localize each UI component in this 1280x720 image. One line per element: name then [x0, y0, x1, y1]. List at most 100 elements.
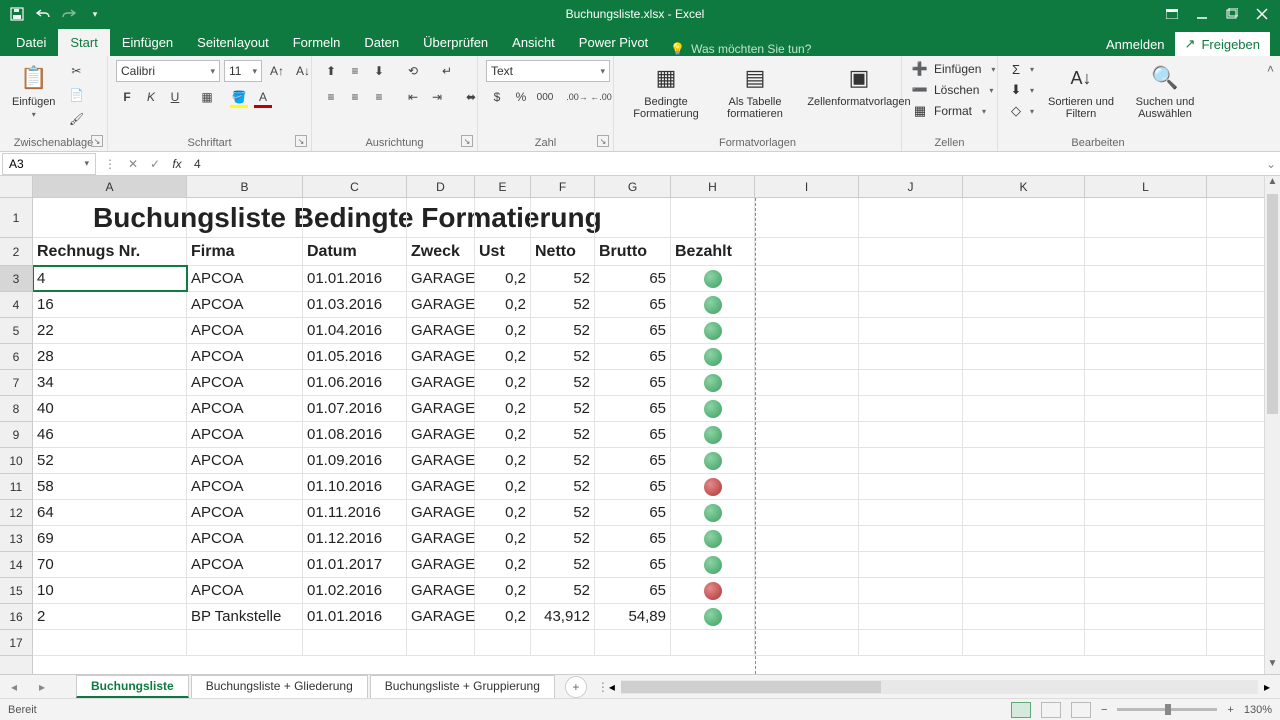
cell[interactable]: 65 — [595, 474, 671, 499]
cell[interactable]: 01.08.2016 — [303, 422, 407, 447]
insert-cells-button[interactable]: ➕Einfügen▾ — [910, 60, 997, 78]
cell[interactable] — [755, 448, 859, 473]
cell[interactable] — [1085, 344, 1207, 369]
cell[interactable]: APCOA — [187, 318, 303, 343]
cell[interactable] — [963, 448, 1085, 473]
italic-button[interactable]: K — [140, 86, 162, 108]
cell[interactable] — [859, 344, 963, 369]
row-header-4[interactable]: 4 — [0, 292, 32, 318]
cell[interactable]: 28 — [33, 344, 187, 369]
cell[interactable] — [755, 630, 859, 655]
cell[interactable] — [859, 198, 963, 237]
cell[interactable] — [1085, 526, 1207, 551]
row-header-15[interactable]: 15 — [0, 578, 32, 604]
cell[interactable] — [1085, 292, 1207, 317]
cell[interactable]: APCOA — [187, 266, 303, 291]
cancel-formula-icon[interactable]: ✕ — [122, 157, 144, 171]
cell[interactable] — [755, 370, 859, 395]
formula-input[interactable]: 4 — [188, 157, 1262, 171]
borders-icon[interactable]: ▦ — [196, 86, 218, 108]
row-header-11[interactable]: 11 — [0, 474, 32, 500]
cell[interactable]: Firma — [187, 238, 303, 265]
cell[interactable] — [531, 630, 595, 655]
cell[interactable]: 52 — [33, 448, 187, 473]
tab-power-pivot[interactable]: Power Pivot — [567, 29, 660, 56]
cell[interactable] — [755, 292, 859, 317]
cell[interactable] — [1085, 474, 1207, 499]
cell[interactable] — [1085, 500, 1207, 525]
cell[interactable]: 0,2 — [475, 552, 531, 577]
cell[interactable] — [671, 292, 755, 317]
zoom-level[interactable]: 130% — [1244, 704, 1272, 716]
scroll-up-icon[interactable]: ▲ — [1265, 176, 1280, 192]
horizontal-scrollbar[interactable] — [621, 680, 1258, 694]
cell[interactable]: 01.01.2016 — [303, 604, 407, 629]
cell[interactable]: GARAGE — [407, 448, 475, 473]
cell[interactable]: 01.03.2016 — [303, 292, 407, 317]
cell[interactable]: 0,2 — [475, 422, 531, 447]
cell[interactable] — [1085, 552, 1207, 577]
cell[interactable] — [671, 630, 755, 655]
cell[interactable] — [671, 578, 755, 603]
cell[interactable] — [755, 198, 859, 237]
cell[interactable]: 65 — [595, 500, 671, 525]
cell[interactable] — [859, 396, 963, 421]
cell[interactable] — [671, 396, 755, 421]
cell[interactable] — [963, 578, 1085, 603]
cell[interactable]: 01.07.2016 — [303, 396, 407, 421]
cell[interactable]: 01.04.2016 — [303, 318, 407, 343]
cell[interactable]: 65 — [595, 396, 671, 421]
cell[interactable]: APCOA — [187, 448, 303, 473]
cell[interactable] — [671, 604, 755, 629]
cell[interactable] — [531, 198, 595, 237]
align-center-icon[interactable]: ≡ — [344, 86, 366, 108]
cell[interactable]: APCOA — [187, 344, 303, 369]
conditional-formatting-button[interactable]: ▦ Bedingte Formatierung — [622, 60, 710, 122]
cell[interactable]: 65 — [595, 292, 671, 317]
enter-formula-icon[interactable]: ✓ — [144, 157, 166, 171]
row-header-14[interactable]: 14 — [0, 552, 32, 578]
cell[interactable]: 70 — [33, 552, 187, 577]
align-right-icon[interactable]: ≡ — [368, 86, 390, 108]
cell[interactable] — [859, 578, 963, 603]
tab-seitenlayout[interactable]: Seitenlayout — [185, 29, 281, 56]
row-header-16[interactable]: 16 — [0, 604, 32, 630]
cell[interactable]: 2 — [33, 604, 187, 629]
cell-styles-button[interactable]: ▣ Zellenformatvorlagen — [800, 60, 918, 110]
cell[interactable]: GARAGE — [407, 344, 475, 369]
column-header-B[interactable]: B — [187, 176, 303, 197]
tab-nav-next-icon[interactable]: ▸ — [28, 680, 56, 694]
cell[interactable] — [963, 198, 1085, 237]
cell[interactable] — [1085, 318, 1207, 343]
number-launcher-icon[interactable]: ↘ — [597, 135, 609, 147]
cell[interactable] — [755, 552, 859, 577]
cell[interactable] — [1085, 604, 1207, 629]
cell[interactable]: 52 — [531, 552, 595, 577]
collapse-ribbon-icon[interactable]: ˄ — [1267, 62, 1274, 76]
cell[interactable]: 16 — [33, 292, 187, 317]
cell[interactable] — [755, 318, 859, 343]
tell-me[interactable]: 💡 Was möchten Sie tun? — [660, 42, 821, 56]
cell[interactable]: GARAGE — [407, 578, 475, 603]
cell[interactable] — [1085, 266, 1207, 291]
cell[interactable] — [963, 630, 1085, 655]
fill-button[interactable]: ⬇▾ — [1006, 81, 1036, 99]
column-header-A[interactable]: A — [33, 176, 187, 197]
save-icon[interactable] — [8, 5, 26, 23]
font-name-combo[interactable]: Calibri▾ — [116, 60, 220, 82]
page-layout-view-icon[interactable] — [1041, 702, 1061, 718]
decrease-decimal-icon[interactable]: ←.00 — [590, 86, 612, 108]
align-middle-icon[interactable]: ≡ — [344, 60, 366, 82]
hscroll-thumb[interactable] — [621, 681, 881, 693]
cell[interactable]: GARAGE — [407, 474, 475, 499]
cell[interactable]: 01.02.2016 — [303, 578, 407, 603]
cell[interactable] — [1085, 198, 1207, 237]
column-header-J[interactable]: J — [859, 176, 963, 197]
align-top-icon[interactable]: ⬆ — [320, 60, 342, 82]
tab-überprüfen[interactable]: Überprüfen — [411, 29, 500, 56]
row-header-7[interactable]: 7 — [0, 370, 32, 396]
cell[interactable] — [1085, 238, 1207, 265]
page-break-view-icon[interactable] — [1071, 702, 1091, 718]
cell[interactable]: Brutto — [595, 238, 671, 265]
cell[interactable] — [671, 344, 755, 369]
